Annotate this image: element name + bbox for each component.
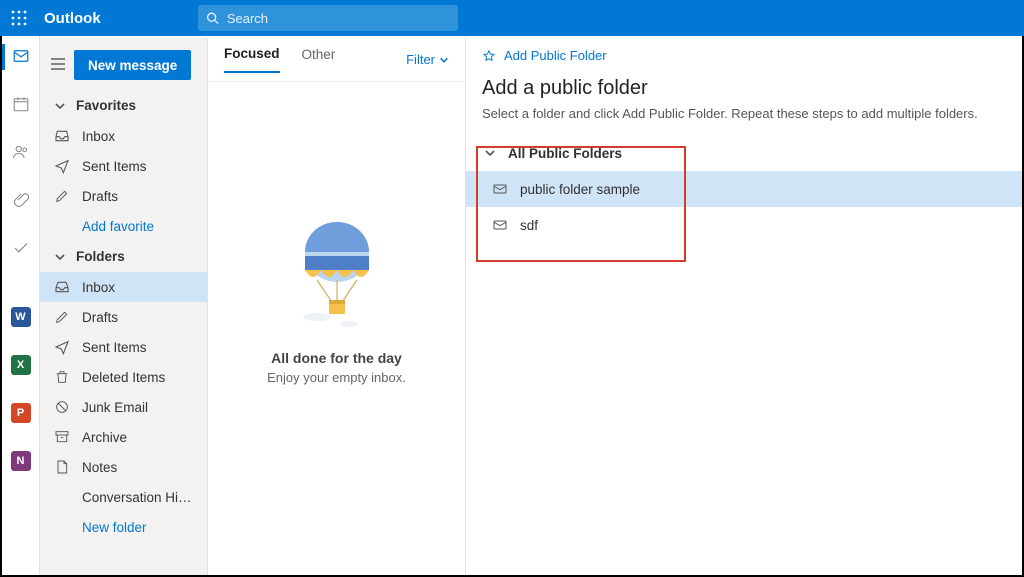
chevron-down-icon bbox=[54, 100, 66, 112]
nav-label: Inbox bbox=[82, 129, 115, 144]
panel-instructions: Select a folder and click Add Public Fol… bbox=[482, 106, 1002, 121]
rail-calendar[interactable] bbox=[2, 86, 40, 124]
rail-mail[interactable] bbox=[2, 38, 40, 76]
empty-state: All done for the day Enjoy your empty in… bbox=[208, 82, 465, 575]
tree-item-label: sdf bbox=[520, 218, 538, 233]
app-launcher-icon[interactable] bbox=[0, 0, 38, 36]
search-box[interactable] bbox=[198, 5, 458, 31]
rail-files[interactable] bbox=[2, 182, 40, 220]
star-outline-icon bbox=[482, 49, 496, 63]
draft-icon bbox=[54, 309, 70, 325]
chevron-down-icon bbox=[484, 147, 496, 159]
folder-junk[interactable]: Junk Email bbox=[40, 392, 207, 422]
tree-root[interactable]: All Public Folders bbox=[466, 135, 1022, 171]
nav-label: Sent Items bbox=[82, 159, 147, 174]
nav-label: Drafts bbox=[82, 310, 118, 325]
word-icon: W bbox=[11, 307, 31, 327]
nav-label: Drafts bbox=[82, 189, 118, 204]
check-icon bbox=[12, 239, 30, 260]
fav-drafts[interactable]: Drafts bbox=[40, 181, 207, 211]
app-rail: W X P N bbox=[2, 2, 40, 575]
rail-onenote[interactable]: N bbox=[2, 442, 40, 480]
mail-icon bbox=[492, 217, 508, 233]
balloon-illustration bbox=[287, 212, 387, 332]
tree-item-sdf[interactable]: sdf bbox=[466, 207, 1022, 243]
brand-name: Outlook bbox=[38, 10, 198, 27]
draft-icon bbox=[54, 188, 70, 204]
note-icon bbox=[54, 459, 70, 475]
rail-people[interactable] bbox=[2, 134, 40, 172]
rail-excel[interactable]: X bbox=[2, 346, 40, 384]
add-favorite-link[interactable]: Add favorite bbox=[40, 211, 207, 241]
empty-subtext: Enjoy your empty inbox. bbox=[267, 370, 406, 385]
folder-sent[interactable]: Sent Items bbox=[40, 332, 207, 362]
nav-label: Conversation Hist... bbox=[82, 490, 193, 505]
rail-word[interactable]: W bbox=[2, 298, 40, 336]
add-public-folder-link[interactable]: Add Public Folder bbox=[482, 46, 1002, 77]
tree-item-label: public folder sample bbox=[520, 182, 640, 197]
calendar-icon bbox=[12, 95, 30, 116]
message-tabs: Focused Other Filter bbox=[208, 38, 465, 82]
public-folder-tree: All Public Folders public folder sample … bbox=[466, 135, 1022, 243]
chevron-down-icon bbox=[54, 251, 66, 263]
folders-label: Folders bbox=[76, 249, 125, 264]
favorites-section-toggle[interactable]: Favorites bbox=[40, 90, 207, 121]
tab-focused[interactable]: Focused bbox=[224, 46, 280, 73]
add-public-folder-label: Add Public Folder bbox=[504, 48, 607, 63]
new-message-button[interactable]: New message bbox=[74, 50, 191, 80]
favorites-label: Favorites bbox=[76, 98, 136, 113]
archive-icon bbox=[54, 429, 70, 445]
onenote-icon: N bbox=[11, 451, 31, 471]
inbox-icon bbox=[54, 128, 70, 144]
mail-icon bbox=[492, 181, 508, 197]
powerpoint-icon: P bbox=[11, 403, 31, 423]
folder-notes[interactable]: Notes bbox=[40, 452, 207, 482]
search-input[interactable] bbox=[227, 11, 450, 26]
nav-label: Archive bbox=[82, 430, 127, 445]
folders-section-toggle[interactable]: Folders bbox=[40, 241, 207, 272]
add-public-folder-panel: Add Public Folder Add a public folder Se… bbox=[466, 38, 1022, 575]
folder-drafts[interactable]: Drafts bbox=[40, 302, 207, 332]
nav-label: Junk Email bbox=[82, 400, 148, 415]
app-header: Outlook bbox=[0, 0, 1024, 36]
search-icon bbox=[206, 11, 219, 25]
panel-title: Add a public folder bbox=[482, 77, 1002, 100]
chevron-down-icon bbox=[439, 55, 449, 65]
filter-label: Filter bbox=[406, 52, 435, 67]
message-list-pane: Focused Other Filter bbox=[208, 38, 466, 575]
tree-root-label: All Public Folders bbox=[508, 146, 622, 161]
excel-icon: X bbox=[11, 355, 31, 375]
tree-item-public-folder-sample[interactable]: public folder sample bbox=[466, 171, 1022, 207]
nav-label: New folder bbox=[82, 520, 147, 535]
rail-todo[interactable] bbox=[2, 230, 40, 268]
rail-powerpoint[interactable]: P bbox=[2, 394, 40, 432]
junk-icon bbox=[54, 399, 70, 415]
tab-other[interactable]: Other bbox=[302, 47, 336, 72]
folder-archive[interactable]: Archive bbox=[40, 422, 207, 452]
filter-button[interactable]: Filter bbox=[406, 52, 449, 67]
people-icon bbox=[12, 143, 30, 164]
attachment-icon bbox=[12, 191, 30, 212]
folder-deleted[interactable]: Deleted Items bbox=[40, 362, 207, 392]
folder-sidebar: New message Favorites Inbox Sent Items D… bbox=[40, 38, 208, 575]
hamburger-icon[interactable] bbox=[50, 56, 66, 75]
empty-headline: All done for the day bbox=[271, 350, 402, 366]
nav-label: Add favorite bbox=[82, 219, 154, 234]
trash-icon bbox=[54, 369, 70, 385]
folder-conversation-history[interactable]: Conversation Hist... bbox=[40, 482, 207, 512]
fav-sent[interactable]: Sent Items bbox=[40, 151, 207, 181]
nav-label: Inbox bbox=[82, 280, 115, 295]
mail-icon bbox=[12, 47, 30, 68]
nav-label: Sent Items bbox=[82, 340, 147, 355]
folder-inbox[interactable]: Inbox bbox=[40, 272, 207, 302]
new-folder-link[interactable]: New folder bbox=[40, 512, 207, 542]
nav-label: Notes bbox=[82, 460, 117, 475]
sent-icon bbox=[54, 158, 70, 174]
fav-inbox[interactable]: Inbox bbox=[40, 121, 207, 151]
inbox-icon bbox=[54, 279, 70, 295]
nav-label: Deleted Items bbox=[82, 370, 165, 385]
sent-icon bbox=[54, 339, 70, 355]
